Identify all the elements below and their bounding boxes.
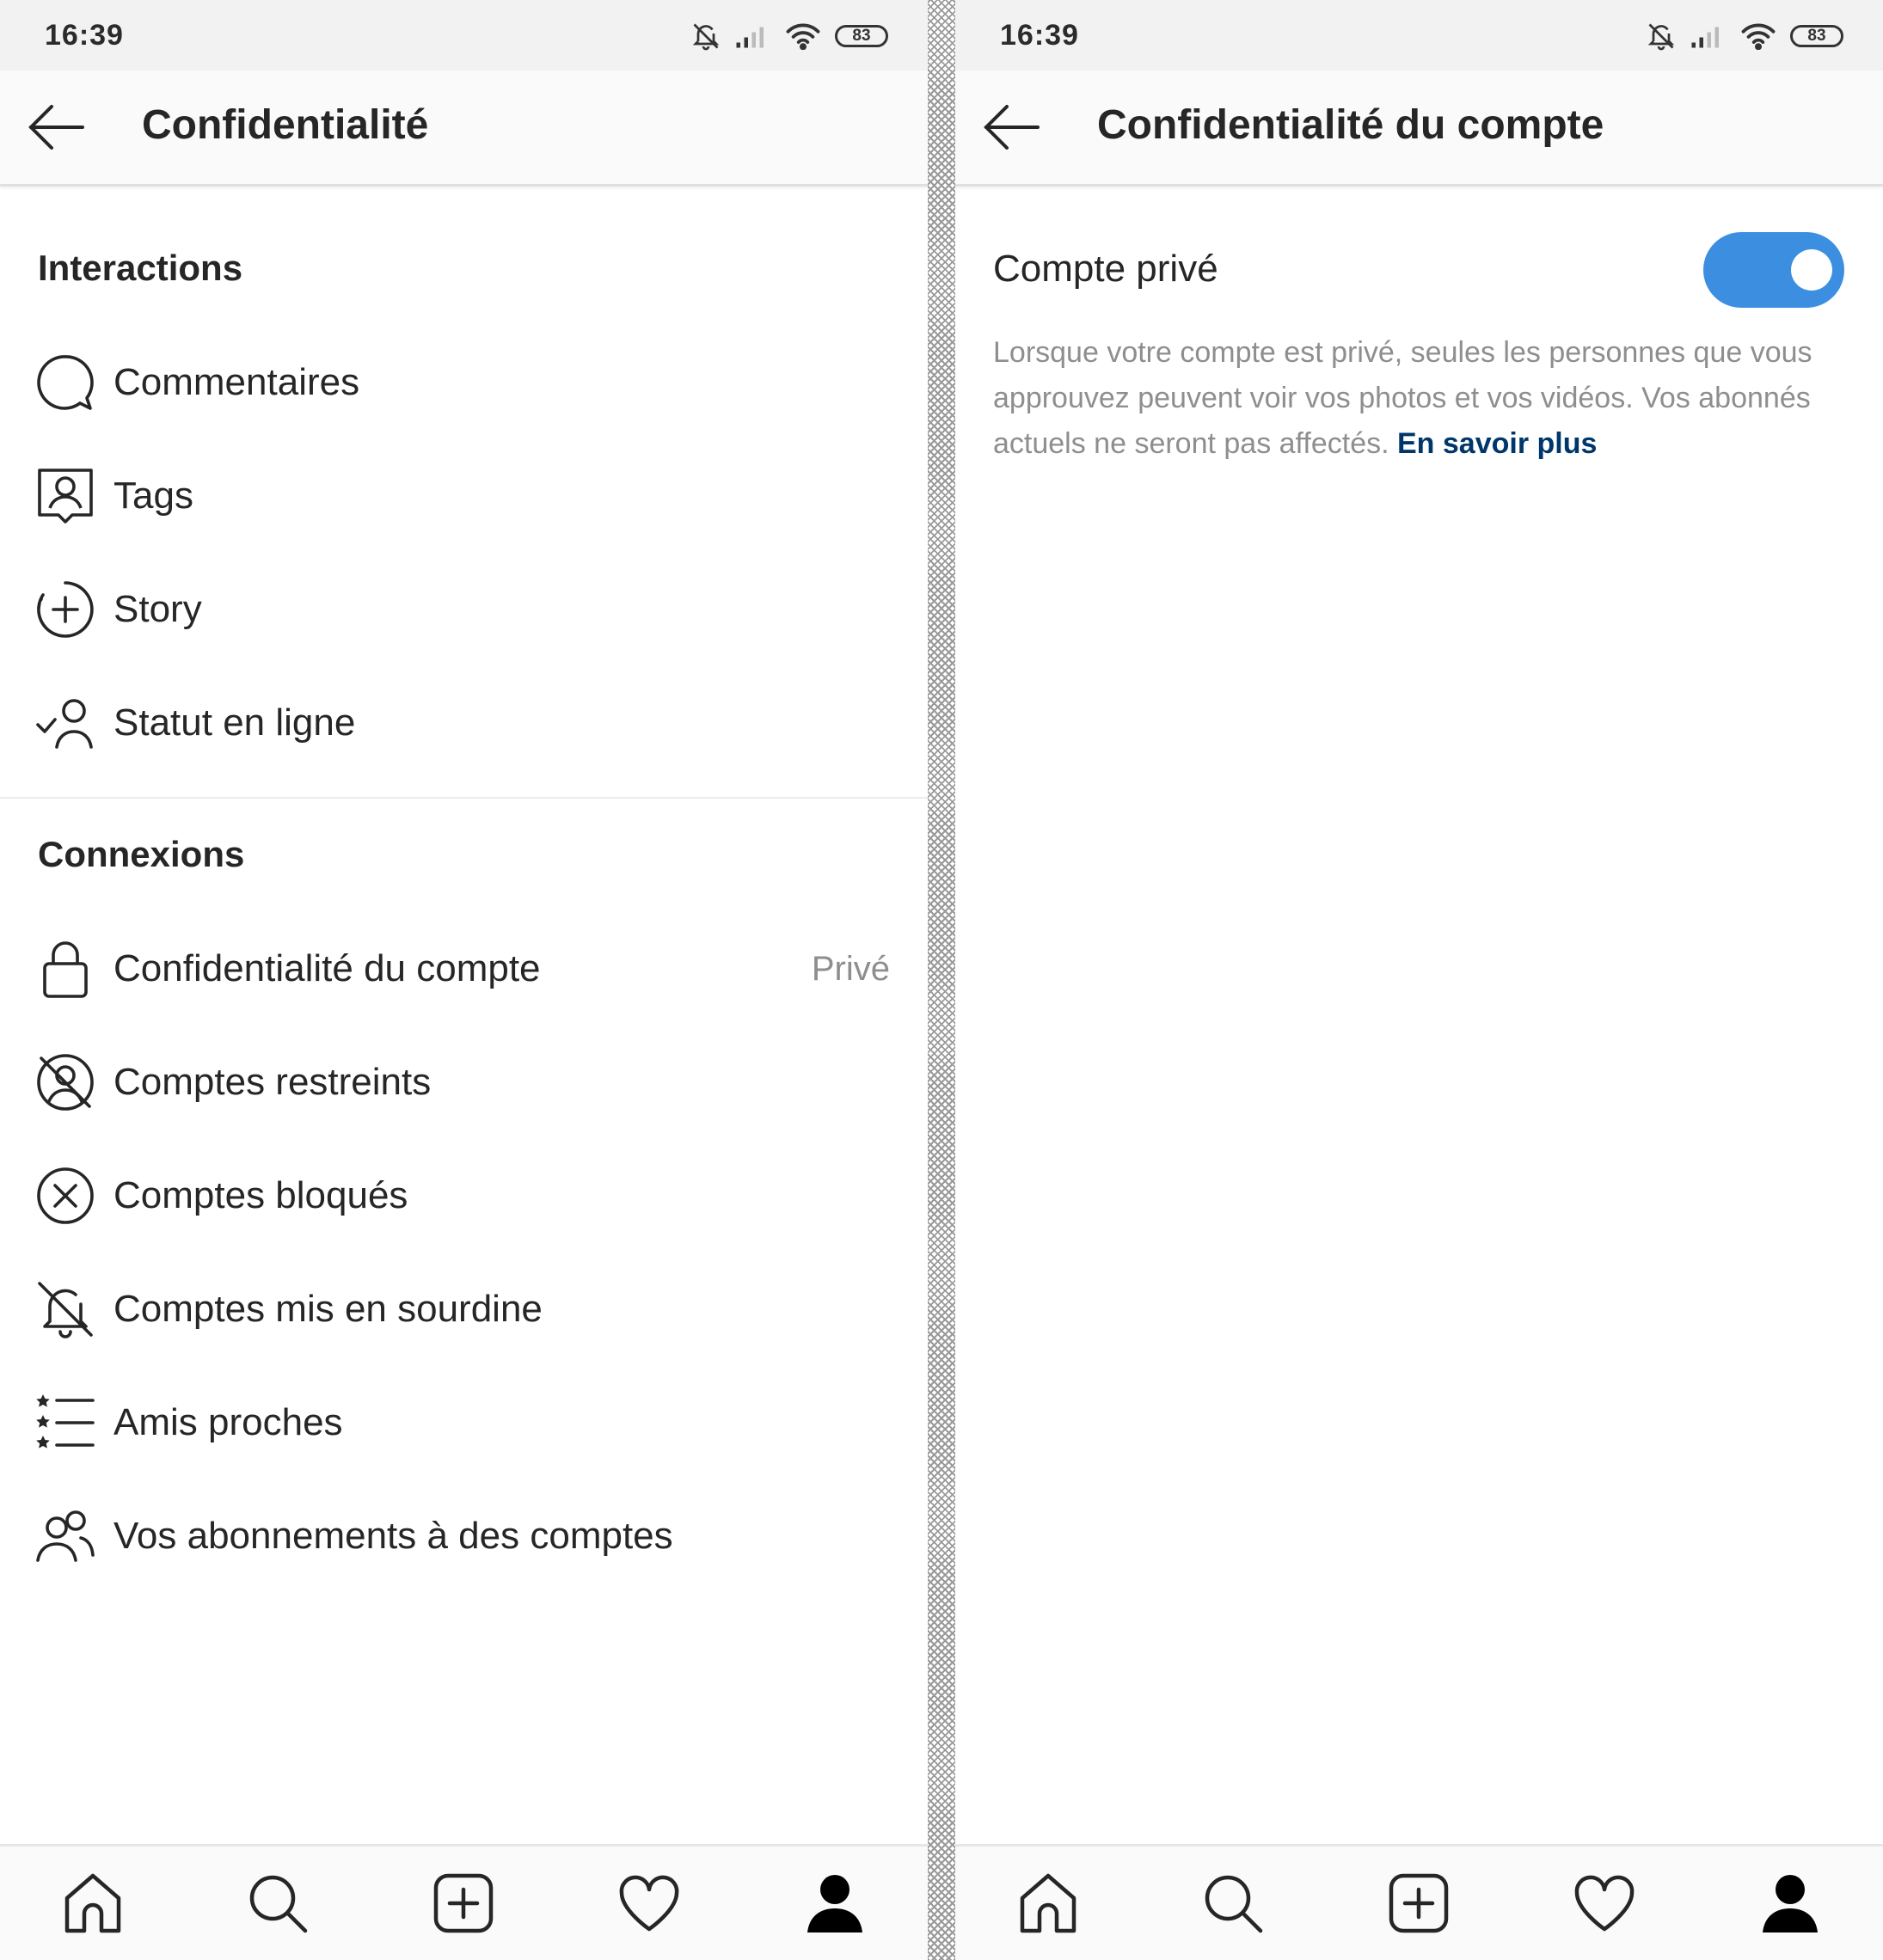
toggle-knob <box>1791 249 1832 291</box>
battery-icon: 83 <box>1790 25 1843 47</box>
following-icon <box>34 1505 96 1567</box>
status-time: 16:39 <box>1000 19 1079 52</box>
bell-muted-status-icon <box>1646 21 1677 52</box>
learn-more-link[interactable]: En savoir plus <box>1397 427 1597 460</box>
bell-muted-status-icon <box>690 21 721 52</box>
menu-item-label: Comptes restreints <box>113 1061 432 1103</box>
app-bar: Confidentialité du compte <box>955 70 1883 187</box>
search-icon[interactable] <box>245 1871 310 1936</box>
comment-icon <box>34 352 96 413</box>
page-title: Confidentialité du compte <box>1097 102 1604 148</box>
status-bar: 16:39 83 <box>0 0 928 70</box>
menu-item-label: Commentaires <box>113 361 360 403</box>
menu-item-label: Statut en ligne <box>113 701 356 744</box>
menu-item-close-friends[interactable]: Amis proches <box>0 1371 928 1474</box>
back-arrow-icon[interactable] <box>981 101 1041 153</box>
menu-item-restricted-accounts[interactable]: Comptes restreints <box>0 1031 928 1134</box>
privacy-screen: 16:39 83 Confidentialité Interactions Co… <box>0 0 928 1960</box>
menu-item-label: Comptes bloqués <box>113 1174 408 1216</box>
app-bar: Confidentialité <box>0 70 928 187</box>
close-friends-icon <box>34 1392 96 1454</box>
menu-item-label: Confidentialité du compte <box>113 947 541 989</box>
page-title: Confidentialité <box>142 102 429 148</box>
search-icon[interactable] <box>1200 1871 1266 1936</box>
status-bar: 16:39 83 <box>955 0 1883 70</box>
story-add-icon <box>34 579 96 640</box>
bottom-nav <box>955 1844 1883 1960</box>
menu-item-label: Story <box>113 588 202 630</box>
signal-icon <box>1690 23 1727 49</box>
account-privacy-screen: 16:39 83 Confidentialité du compte Compt… <box>955 0 1883 1960</box>
status-time: 16:39 <box>45 19 124 52</box>
activity-heart-icon[interactable] <box>616 1871 682 1936</box>
menu-item-online-status[interactable]: Statut en ligne <box>0 671 928 775</box>
lock-icon <box>34 938 96 1000</box>
activity-heart-icon[interactable] <box>1572 1871 1637 1936</box>
bottom-nav <box>0 1844 928 1960</box>
menu-item-label: Amis proches <box>113 1401 343 1443</box>
private-account-toggle[interactable] <box>1703 232 1844 308</box>
menu-item-label: Tags <box>113 475 193 517</box>
menu-item-tags[interactable]: Tags <box>0 444 928 548</box>
new-post-icon[interactable] <box>431 1871 496 1936</box>
muted-bell-icon <box>34 1278 96 1340</box>
menu-item-label: Vos abonnements à des comptes <box>113 1515 673 1557</box>
screen-divider <box>928 0 955 1960</box>
account-privacy-value: Privé <box>811 949 890 988</box>
section-header-connexions: Connexions <box>38 834 245 874</box>
online-status-icon <box>34 692 96 754</box>
profile-icon[interactable] <box>1757 1871 1823 1936</box>
signal-icon <box>735 23 771 49</box>
private-account-description: Lorsque votre compte est privé, seules l… <box>993 330 1819 467</box>
wifi-icon <box>785 22 821 50</box>
menu-item-comments[interactable]: Commentaires <box>0 331 928 434</box>
menu-item-blocked-accounts[interactable]: Comptes bloqués <box>0 1144 928 1247</box>
home-icon[interactable] <box>1015 1871 1081 1936</box>
restricted-icon <box>34 1051 96 1113</box>
home-icon[interactable] <box>60 1871 126 1936</box>
profile-icon[interactable] <box>802 1871 868 1936</box>
section-header-interactions: Interactions <box>38 248 243 288</box>
section-divider <box>0 797 928 799</box>
battery-icon: 83 <box>835 25 888 47</box>
menu-item-label: Comptes mis en sourdine <box>113 1288 543 1330</box>
menu-item-following[interactable]: Vos abonnements à des comptes <box>0 1485 928 1588</box>
wifi-icon <box>1740 22 1776 50</box>
private-account-label: Compte privé <box>993 248 1218 290</box>
menu-item-account-privacy[interactable]: Confidentialité du compte Privé <box>0 917 928 1020</box>
new-post-icon[interactable] <box>1386 1871 1451 1936</box>
blocked-icon <box>34 1165 96 1227</box>
back-arrow-icon[interactable] <box>26 101 86 153</box>
menu-item-story[interactable]: Story <box>0 558 928 661</box>
tag-person-icon <box>34 465 96 527</box>
menu-item-muted-accounts[interactable]: Comptes mis en sourdine <box>0 1258 928 1361</box>
